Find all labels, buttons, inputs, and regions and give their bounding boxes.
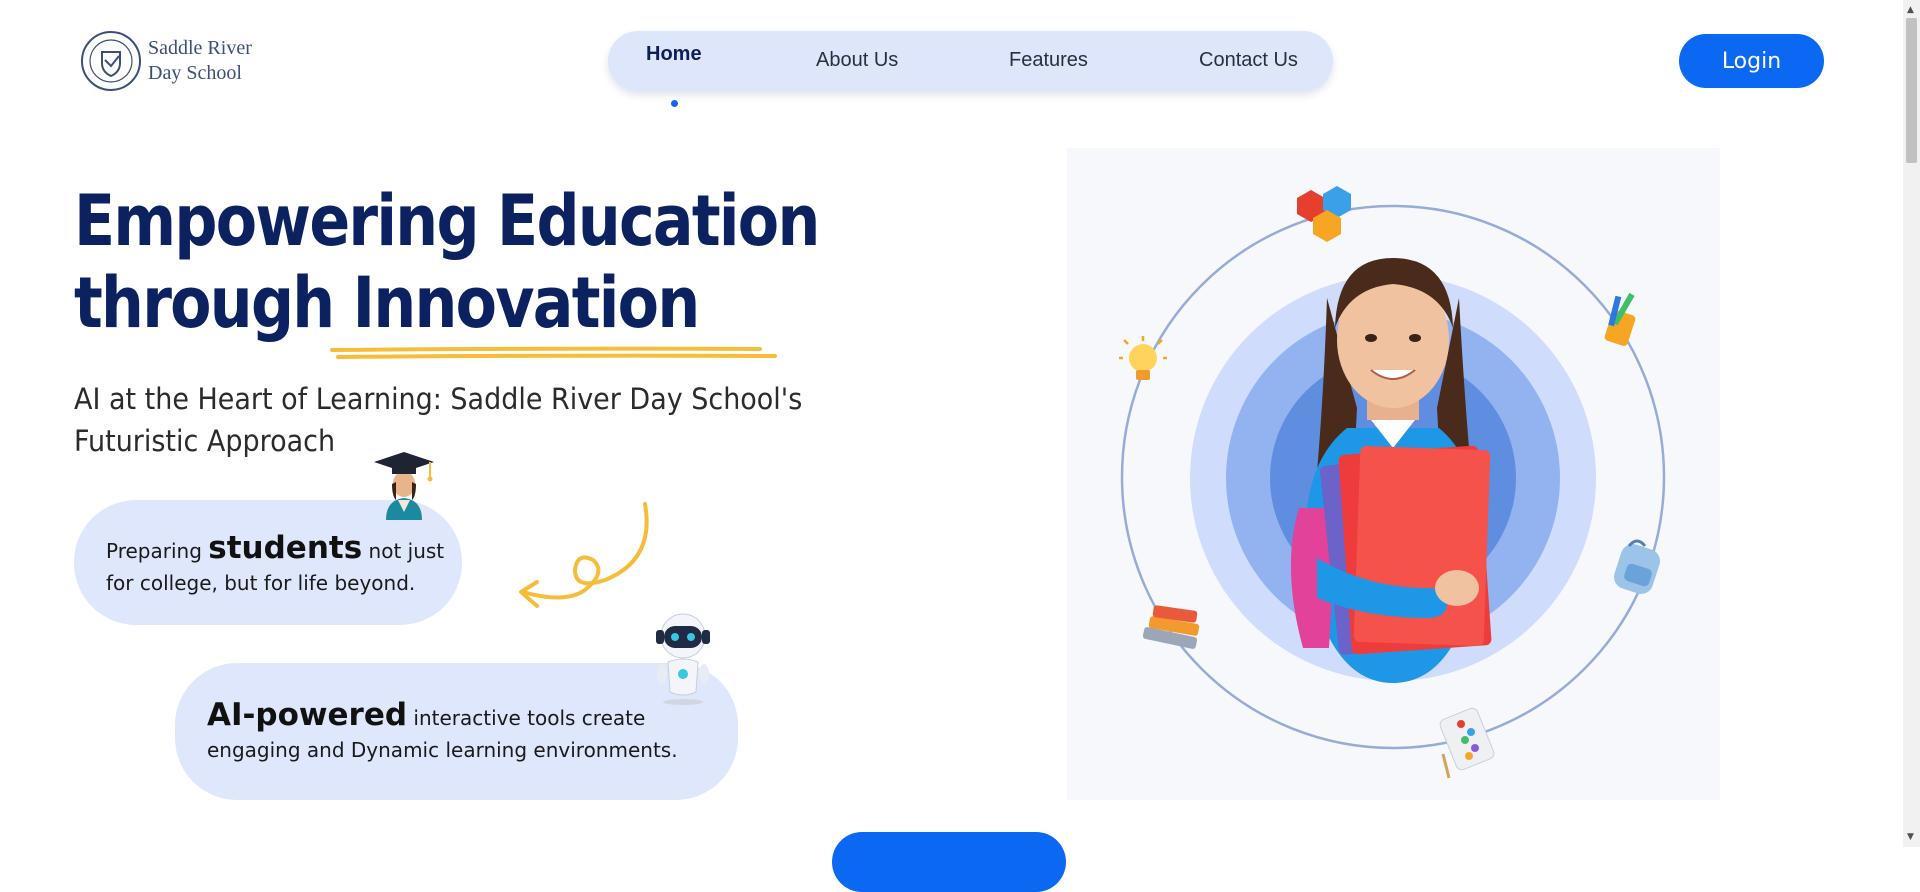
card1-text-pre: Preparing bbox=[106, 539, 209, 563]
nav-contact-us[interactable]: Contact Us bbox=[1199, 49, 1298, 72]
scroll-up-arrow-icon[interactable]: ▲ bbox=[1907, 5, 1914, 15]
school-seal-icon bbox=[81, 31, 141, 91]
graduate-icon bbox=[374, 452, 434, 520]
molecule-icon bbox=[1297, 186, 1351, 242]
logo-name-line1: Saddle River bbox=[148, 37, 252, 59]
hero-title-line1: Empowering Education bbox=[74, 180, 820, 262]
books-icon bbox=[1142, 605, 1200, 649]
card2-emphasis: AI-powered bbox=[207, 697, 408, 733]
hero-subtitle: AI at the Heart of Learning: Saddle Rive… bbox=[74, 378, 837, 462]
hero-title-line2: through Innovation bbox=[74, 262, 700, 344]
nav-about-us[interactable]: About Us bbox=[816, 49, 898, 72]
logo-name-line2: Day School bbox=[148, 62, 242, 84]
card1-emphasis: students bbox=[208, 530, 363, 566]
robot-icon bbox=[656, 613, 710, 705]
hero-subtitle-line1: AI at the Heart of Learning: Saddle Rive… bbox=[74, 382, 803, 416]
pencil-cup-icon bbox=[1604, 292, 1636, 346]
nav-home[interactable]: Home bbox=[646, 43, 702, 66]
curly-arrow-decoration bbox=[519, 502, 649, 608]
cta-button[interactable] bbox=[832, 832, 1066, 892]
school-logo[interactable]: Saddle River Day School bbox=[80, 30, 252, 92]
lightbulb-icon bbox=[1119, 336, 1167, 380]
scroll-down-arrow-icon[interactable]: ▼ bbox=[1907, 832, 1914, 842]
login-button[interactable]: Login bbox=[1679, 34, 1824, 88]
active-indicator-dot bbox=[671, 100, 678, 107]
page-scrollbar[interactable]: ▲ ▼ bbox=[1903, 0, 1920, 847]
hero-illustration bbox=[1067, 148, 1720, 800]
hero-subtitle-line2: Futuristic Approach bbox=[74, 424, 336, 458]
hero-title: Empowering Education through Innovation bbox=[74, 180, 820, 344]
nav-features[interactable]: Features bbox=[1009, 49, 1088, 72]
yellow-underline-decoration bbox=[330, 346, 777, 359]
paint-palette-icon bbox=[1439, 707, 1495, 779]
main-nav: Home About Us Features Contact Us bbox=[608, 31, 1333, 107]
scrollbar-thumb[interactable] bbox=[1906, 18, 1917, 163]
